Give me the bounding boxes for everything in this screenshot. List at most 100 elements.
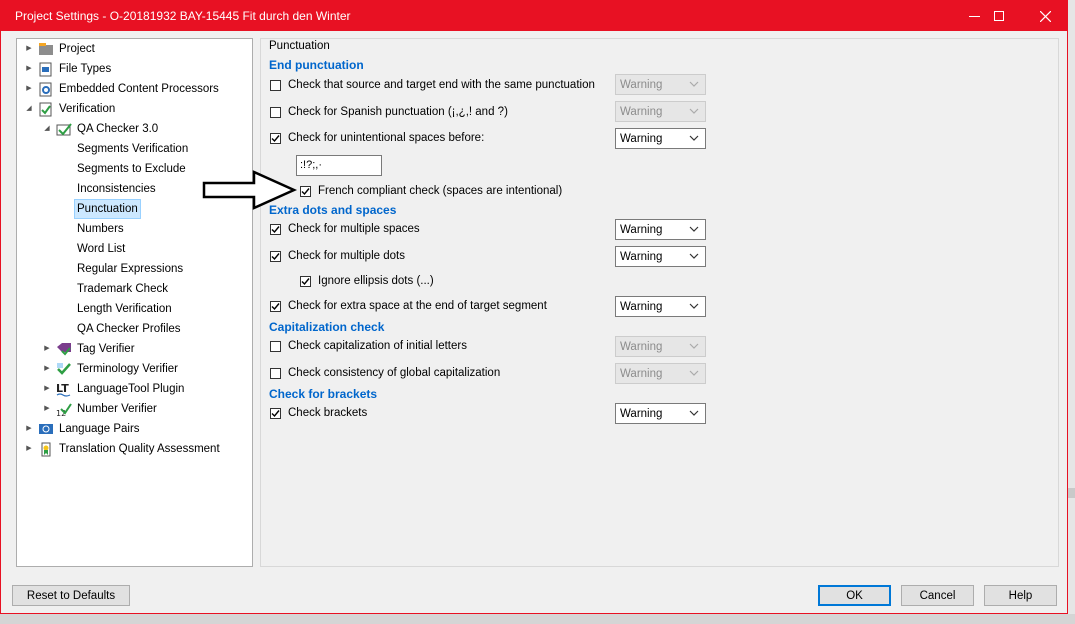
tree-item-language-pairs[interactable]: ▶ Language Pairs — [24, 420, 139, 438]
extra-space-end-checkbox[interactable] — [270, 300, 281, 312]
option-cap-initial[interactable]: Check capitalization of initial letters — [270, 338, 467, 354]
chevron-down-icon — [689, 81, 699, 87]
chevron-down-icon — [689, 135, 699, 141]
chevron-down-icon — [689, 343, 699, 349]
tqa-icon — [38, 441, 54, 457]
cap-global-severity[interactable]: Warning — [615, 363, 706, 384]
tree-item-qa-checker-profiles[interactable]: QA Checker Profiles — [77, 320, 181, 338]
tree-item-word-list[interactable]: Word List — [77, 240, 125, 258]
option-cap-global[interactable]: Check consistency of global capitalizati… — [270, 365, 500, 381]
tree-item-numbers[interactable]: Numbers — [77, 220, 124, 238]
option-brackets[interactable]: Check brackets — [270, 405, 367, 421]
tree-item-segments-verification[interactable]: Segments Verification — [77, 140, 188, 158]
brackets-checkbox[interactable] — [270, 407, 281, 419]
cancel-button[interactable]: Cancel — [901, 585, 974, 606]
ignore-ellipsis-label: Ignore ellipsis dots (...) — [318, 275, 434, 287]
expand-icon[interactable]: ▶ — [42, 400, 52, 418]
language-pairs-icon — [38, 421, 54, 437]
tree-item-translation-quality[interactable]: ▶ Translation Quality Assessment — [24, 440, 220, 458]
multiple-spaces-severity[interactable]: Warning — [615, 219, 706, 240]
cap-initial-severity[interactable]: Warning — [615, 336, 706, 357]
cap-initial-label: Check capitalization of initial letters — [288, 340, 467, 352]
option-french-compliant[interactable]: French compliant check (spaces are inten… — [300, 183, 562, 199]
qa-checker-icon — [56, 121, 72, 137]
section-extra-dots-spaces: Extra dots and spaces — [269, 203, 397, 217]
tree-item-length-verification[interactable]: Length Verification — [77, 300, 172, 318]
close-icon — [1039, 10, 1051, 22]
option-ignore-ellipsis[interactable]: Ignore ellipsis dots (...) — [300, 273, 434, 289]
ignore-ellipsis-checkbox[interactable] — [300, 275, 311, 287]
spaces-before-severity[interactable]: Warning — [615, 128, 706, 149]
number-verifier-icon: 12 — [56, 401, 72, 417]
tree-item-file-types[interactable]: ▶ File Types — [24, 60, 111, 78]
terminology-icon — [56, 361, 72, 377]
help-button[interactable]: Help — [984, 585, 1057, 606]
section-capitalization: Capitalization check — [269, 320, 385, 334]
option-multiple-spaces[interactable]: Check for multiple spaces — [270, 221, 420, 237]
expand-icon[interactable]: ▶ — [42, 340, 52, 358]
severity-value: Warning — [620, 367, 663, 380]
spaces-characters-input[interactable]: :!?;,· — [296, 155, 382, 176]
ok-button[interactable]: OK — [818, 585, 891, 606]
multiple-dots-label: Check for multiple dots — [288, 250, 405, 262]
maximize-icon — [994, 11, 1004, 21]
window-title: Project Settings - O-20181932 BAY-15445 … — [15, 9, 351, 23]
close-button[interactable] — [1022, 1, 1068, 31]
maximize-button[interactable] — [976, 1, 1022, 31]
tree-item-segments-to-exclude[interactable]: Segments to Exclude — [77, 160, 186, 178]
same-punctuation-severity[interactable]: Warning — [615, 74, 706, 95]
expand-icon[interactable]: ▶ — [24, 420, 34, 438]
tree-item-tag-verifier[interactable]: ▶ Tag Verifier — [42, 340, 135, 358]
option-spanish-punctuation[interactable]: Check for Spanish punctuation (¡,¿,! and… — [270, 104, 508, 120]
option-same-punctuation[interactable]: Check that source and target end with th… — [270, 77, 595, 93]
title-bar[interactable]: Project Settings - O-20181932 BAY-15445 … — [1, 1, 1067, 31]
section-brackets: Check for brackets — [269, 387, 378, 401]
severity-value: Warning — [620, 250, 663, 263]
expand-icon[interactable]: ▶ — [42, 360, 52, 378]
chevron-down-icon — [689, 303, 699, 309]
chevron-down-icon — [689, 226, 699, 232]
tree-item-languagetool-plugin[interactable]: ▶ LT LanguageTool Plugin — [42, 380, 184, 398]
expand-icon[interactable]: ▶ — [24, 440, 34, 458]
cap-initial-checkbox[interactable] — [270, 340, 281, 352]
option-multiple-dots[interactable]: Check for multiple dots — [270, 248, 405, 264]
extra-space-end-label: Check for extra space at the end of targ… — [288, 300, 547, 312]
tree-item-number-verifier[interactable]: ▶ 12 Number Verifier — [42, 400, 157, 418]
option-spaces-before[interactable]: Check for unintentional spaces before: — [270, 130, 484, 146]
severity-value: Warning — [620, 78, 663, 91]
cap-global-checkbox[interactable] — [270, 367, 281, 379]
multiple-spaces-label: Check for multiple spaces — [288, 223, 420, 235]
languagetool-icon: LT — [56, 381, 72, 397]
cap-global-label: Check consistency of global capitalizati… — [288, 367, 501, 379]
severity-value: Warning — [620, 223, 663, 236]
tree-item-verification[interactable]: ◢ Verification — [24, 100, 115, 118]
french-compliant-checkbox[interactable] — [300, 185, 311, 197]
tree-item-punctuation[interactable]: Punctuation — [74, 199, 141, 219]
chevron-down-icon — [689, 370, 699, 376]
tree-item-qa-checker[interactable]: ◢ QA Checker 3.0 — [42, 120, 158, 138]
expand-icon[interactable]: ▶ — [24, 40, 34, 58]
same-punctuation-checkbox[interactable] — [270, 79, 281, 91]
tree-item-inconsistencies[interactable]: Inconsistencies — [77, 180, 156, 198]
tree-item-regular-expressions[interactable]: Regular Expressions — [77, 260, 183, 278]
expand-icon[interactable]: ▶ — [24, 80, 34, 98]
multiple-spaces-checkbox[interactable] — [270, 223, 281, 235]
section-end-punctuation: End punctuation — [269, 58, 364, 72]
tree-item-project[interactable]: ▶ Project — [24, 40, 95, 58]
reset-defaults-button[interactable]: Reset to Defaults — [12, 585, 130, 606]
multiple-dots-severity[interactable]: Warning — [615, 246, 706, 267]
tree-item-terminology-verifier[interactable]: ▶ Terminology Verifier — [42, 360, 178, 378]
multiple-dots-checkbox[interactable] — [270, 250, 281, 262]
spaces-before-checkbox[interactable] — [270, 132, 281, 144]
brackets-severity[interactable]: Warning — [615, 403, 706, 424]
extra-space-end-severity[interactable]: Warning — [615, 296, 706, 317]
expand-icon[interactable]: ▶ — [42, 380, 52, 398]
collapse-icon[interactable]: ◢ — [24, 100, 34, 118]
tree-item-trademark-check[interactable]: Trademark Check — [77, 280, 168, 298]
expand-icon[interactable]: ▶ — [24, 60, 34, 78]
tree-item-embedded-content[interactable]: ▶ Embedded Content Processors — [24, 80, 219, 98]
spanish-punctuation-severity[interactable]: Warning — [615, 101, 706, 122]
spanish-punctuation-checkbox[interactable] — [270, 106, 281, 118]
option-extra-space-end[interactable]: Check for extra space at the end of targ… — [270, 298, 547, 314]
collapse-icon[interactable]: ◢ — [42, 120, 52, 138]
